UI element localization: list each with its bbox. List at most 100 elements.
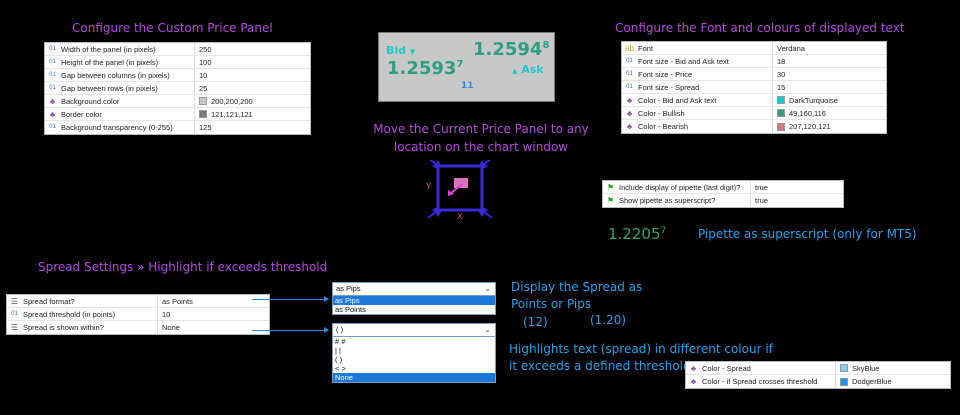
move-caption-line: location on the chart window xyxy=(393,140,569,154)
property-value[interactable]: DarkTurquoise xyxy=(773,94,838,106)
property-row[interactable]: ♣ Background color 200,200,200 xyxy=(45,95,310,108)
property-value[interactable]: 207,120,121 xyxy=(773,120,831,133)
spread-pips-example: (1.20) xyxy=(590,313,627,327)
property-row[interactable]: ♣ Color - if Spread crosses threshold Dodg… xyxy=(686,375,950,388)
property-value[interactable]: 121,121,121 xyxy=(195,108,253,120)
property-value[interactable]: 125 xyxy=(195,121,212,134)
property-value[interactable]: DodgerBlue xyxy=(836,375,892,388)
price-panel-preview[interactable]: Bid ▼ 1.25948 1.25937 ▲ Ask 11 xyxy=(378,32,555,102)
property-row[interactable]: 01 Font size - Price 30 xyxy=(622,68,886,81)
list-icon: ☰ xyxy=(10,296,19,306)
dropdown-option[interactable]: None xyxy=(333,373,495,382)
integer-icon: 01 xyxy=(626,57,633,64)
chevron-down-icon: ⌄ xyxy=(484,284,491,293)
palette-icon: ♣ xyxy=(49,96,56,106)
bid-pipette: 7 xyxy=(456,59,464,70)
property-value[interactable]: 49,160,116 xyxy=(773,107,826,119)
color-value: 200,200,200 xyxy=(211,96,253,106)
property-row[interactable]: 01 Font size - Bid and Ask text 18 xyxy=(622,55,886,68)
spread-within-dropdown[interactable]: ( ) ⌄ # # | | ( ) < > None xyxy=(332,323,496,383)
color-swatch xyxy=(199,97,207,105)
property-row[interactable]: ♣ Color - Spread SkyBlue xyxy=(686,362,950,375)
integer-icon: 01 xyxy=(49,45,56,52)
property-label: Gap between columns (in pixels) xyxy=(61,70,170,80)
property-row[interactable]: 01 Background transparency (0-255) 125 xyxy=(45,121,310,134)
palette-icon: ♣ xyxy=(626,95,633,105)
property-label: Color - Bullish xyxy=(638,108,685,118)
integer-icon: 01 xyxy=(626,83,633,90)
property-row[interactable]: 01 Gap between rows (in pixels) 25 xyxy=(45,82,310,95)
color-swatch xyxy=(840,364,848,372)
property-label: Gap between rows (in pixels) xyxy=(61,83,158,93)
integer-icon: 01 xyxy=(49,58,56,65)
property-label: Background color xyxy=(61,96,120,106)
spread-color-properties: ♣ Color - Spread SkyBlue ♣ Color - if Sprea… xyxy=(685,361,951,389)
up-arrow-icon: ▲ xyxy=(512,67,518,75)
property-row[interactable]: ♣ Color - Bullish 49,160,116 xyxy=(622,107,886,120)
property-row[interactable]: ♣ Color - Bearish 207,120,121 xyxy=(622,120,886,133)
property-value[interactable]: 25 xyxy=(195,82,207,94)
property-value[interactable]: as Points xyxy=(158,295,193,307)
selected-value: as Pips xyxy=(336,284,361,293)
property-row[interactable]: ⚑ Include display of pipette (last digit)… xyxy=(603,181,843,194)
property-row[interactable]: 01 Font size - Spread 15 xyxy=(622,81,886,94)
note-line: Display the Spread as xyxy=(511,280,643,294)
property-value[interactable]: None xyxy=(158,321,180,334)
spread-settings-heading: Spread Settings » Highlight if exceeds t… xyxy=(38,260,328,274)
property-row[interactable]: ☰ Spread is shown within? None xyxy=(7,321,269,334)
property-value[interactable]: 10 xyxy=(195,69,207,81)
property-value[interactable]: 10 xyxy=(158,308,170,320)
font-panel-heading: Configure the Font and colours of displa… xyxy=(615,21,905,35)
dropdown-option[interactable]: ( ) xyxy=(333,355,495,364)
note-line: Points or Pips xyxy=(511,297,592,311)
dropdown-selected[interactable]: as Pips ⌄ xyxy=(333,283,495,296)
property-value[interactable]: Verdana xyxy=(773,42,805,54)
property-value[interactable]: 200,200,200 xyxy=(195,95,253,107)
property-value[interactable]: true xyxy=(751,181,768,193)
color-value: DodgerBlue xyxy=(852,377,892,386)
property-row[interactable]: ☰ Spread format? as Points xyxy=(7,295,269,308)
property-row[interactable]: ♣ Border color 121,121,121 xyxy=(45,108,310,121)
property-row[interactable]: 01 Width of the panel (in pixels) 250 xyxy=(45,43,310,56)
property-value[interactable]: 100 xyxy=(195,56,212,68)
property-row[interactable]: 01 Spread threshold (in points) 10 xyxy=(7,308,269,321)
property-value[interactable]: 15 xyxy=(773,81,785,93)
integer-icon: 01 xyxy=(11,310,18,317)
bid-price-value: 1.2593 xyxy=(387,58,457,79)
property-row[interactable]: ab Font Verdana xyxy=(622,42,886,55)
integer-icon: 01 xyxy=(626,70,633,77)
ask-price-value: 1.2594 xyxy=(473,39,543,60)
dropdown-option[interactable]: as Pips xyxy=(333,296,495,305)
property-label: Color - Bearish xyxy=(638,122,689,131)
property-label: Color - Spread xyxy=(702,363,751,373)
move-handle-widget[interactable]: Y X xyxy=(424,157,496,226)
dropdown-option[interactable]: < > xyxy=(333,364,495,373)
color-swatch xyxy=(199,110,207,118)
property-label: Include display of pipette (last digit)? xyxy=(619,182,741,192)
dropdown-selected[interactable]: ( ) ⌄ xyxy=(333,324,495,337)
ask-pipette: 8 xyxy=(542,40,550,51)
property-label: Width of the panel (in pixels) xyxy=(61,44,156,54)
property-value[interactable]: true xyxy=(751,194,768,207)
property-row[interactable]: 01 Gap between columns (in pixels) 10 xyxy=(45,69,310,82)
property-value[interactable]: 18 xyxy=(773,55,785,67)
property-value[interactable]: 250 xyxy=(195,43,212,55)
property-value[interactable]: SkyBlue xyxy=(836,362,880,374)
property-row[interactable]: 01 Height of the panel (in pixels) 100 xyxy=(45,56,310,69)
property-value[interactable]: 30 xyxy=(773,68,785,80)
spread-format-dropdown[interactable]: as Pips ⌄ as Pips as Points xyxy=(332,282,496,315)
within-arrow xyxy=(252,327,329,333)
palette-icon: ♣ xyxy=(626,122,633,131)
property-label: Color - Bid and Ask text xyxy=(638,95,717,105)
property-label: Spread threshold (in points) xyxy=(23,309,116,319)
dropdown-option[interactable]: | | xyxy=(333,346,495,355)
color-swatch xyxy=(777,109,785,117)
display-spread-note: Display the Spread as Points or Pips xyxy=(511,279,642,313)
dropdown-option[interactable]: as Points xyxy=(333,305,495,314)
custom-panel-heading: Configure the Custom Price Panel xyxy=(72,21,273,35)
property-row[interactable]: ♣ Color - Bid and Ask text DarkTurquoise xyxy=(622,94,886,107)
dropdown-option[interactable]: # # xyxy=(333,337,495,346)
palette-icon: ♣ xyxy=(690,377,697,386)
ask-label-group: ▲ Ask xyxy=(512,63,544,76)
property-row[interactable]: ⚑ Show pipette as superscript? true xyxy=(603,194,843,207)
